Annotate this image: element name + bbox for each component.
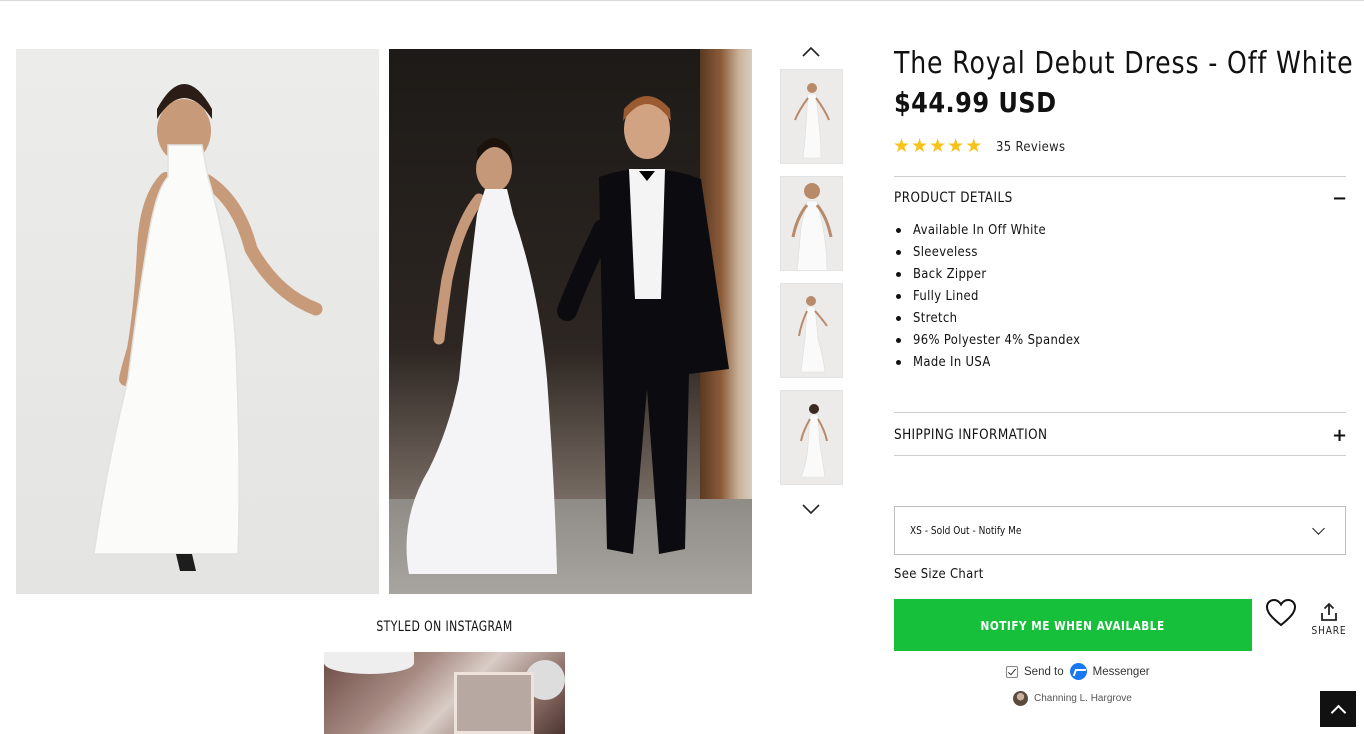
rating-stars[interactable]: ★ ★ ★ ★ ★ (893, 137, 982, 157)
thumbnail-3[interactable] (780, 283, 843, 378)
messenger-checkbox[interactable] (1006, 665, 1018, 678)
reviews-link[interactable]: 35 Reviews (996, 139, 1065, 155)
star-icon: ★ (965, 136, 983, 157)
share-icon (1321, 602, 1337, 621)
detail-item: Fully Lined (894, 285, 1108, 307)
wishlist-button[interactable] (1265, 598, 1297, 628)
product-details-toggle[interactable]: PRODUCT DETAILS − (894, 186, 1348, 210)
messenger-label: Messenger (1092, 665, 1150, 678)
chevron-down-icon (1312, 521, 1325, 535)
size-chart-link[interactable]: See Size Chart (894, 566, 984, 582)
couple-figures (406, 96, 729, 574)
detail-item: Made In USA (894, 351, 1108, 373)
thumbnail-2[interactable] (780, 176, 843, 271)
section-label: SHIPPING INFORMATION (894, 427, 1048, 443)
section-label: PRODUCT DETAILS (894, 190, 1013, 206)
send-to-messenger: Send to Messenger (1006, 663, 1150, 680)
thumbnail-figure (791, 183, 833, 270)
thumbnail-figure (794, 83, 830, 159)
divider (894, 412, 1346, 413)
thumbnail-4[interactable] (780, 390, 843, 485)
heart-icon (1265, 598, 1297, 627)
star-icon: ★ (893, 136, 911, 157)
messenger-icon (1069, 663, 1087, 680)
model-figure (93, 84, 323, 571)
image-detail (454, 672, 534, 734)
star-icon: ★ (929, 136, 947, 157)
size-select-value: XS - Sold Out - Notify Me (910, 524, 1022, 537)
detail-item: Back Zipper (894, 263, 1108, 285)
chevron-up-icon (802, 47, 820, 57)
star-icon: ★ (911, 136, 929, 157)
shipping-information-toggle[interactable]: SHIPPING INFORMATION + (894, 423, 1348, 447)
thumbnail-prev-button[interactable] (796, 42, 826, 62)
avatar (1013, 691, 1028, 706)
size-select[interactable]: XS - Sold Out - Notify Me (894, 506, 1346, 555)
product-price: $44.99 USD (894, 86, 1057, 119)
notify-button-label: NOTIFY ME WHEN AVAILABLE (980, 617, 1166, 633)
product-title: The Royal Debut Dress - Off White (894, 46, 1354, 81)
divider (894, 176, 1346, 177)
star-icon: ★ (947, 136, 965, 157)
share-label: SHARE (1311, 625, 1347, 637)
minus-icon: − (1332, 187, 1348, 209)
detail-item: Sleeveless (894, 241, 1108, 263)
detail-item: Stretch (894, 307, 1108, 329)
divider (894, 455, 1346, 456)
product-details-list: Available In Off White Sleeveless Back Zip… (894, 219, 1108, 373)
messenger-user: Channing L. Hargrove (1013, 691, 1132, 706)
detail-item: Available In Off White (894, 219, 1108, 241)
image-detail (324, 652, 414, 674)
thumbnail-1[interactable] (780, 69, 843, 164)
chevron-down-icon (802, 504, 820, 514)
send-to-label: Send to (1024, 665, 1064, 678)
arrow-up-icon (1330, 704, 1346, 720)
thumbnail-figure (800, 404, 828, 478)
scroll-to-top-button[interactable] (1320, 691, 1356, 727)
thumbnail-figure (798, 296, 828, 373)
thumbnail-next-button[interactable] (796, 499, 826, 519)
plus-icon: + (1332, 424, 1348, 446)
user-name: Channing L. Hargrove (1034, 693, 1132, 704)
instagram-section-title: STYLED ON INSTAGRAM (376, 619, 513, 635)
product-main-image[interactable] (16, 49, 379, 594)
notify-me-button[interactable]: NOTIFY ME WHEN AVAILABLE (894, 599, 1252, 651)
instagram-image[interactable] (324, 652, 565, 734)
top-border (0, 0, 1364, 1)
share-button[interactable]: SHARE (1308, 602, 1350, 644)
lifestyle-image[interactable] (389, 49, 752, 594)
detail-item: 96% Polyester 4% Spandex (894, 329, 1108, 351)
